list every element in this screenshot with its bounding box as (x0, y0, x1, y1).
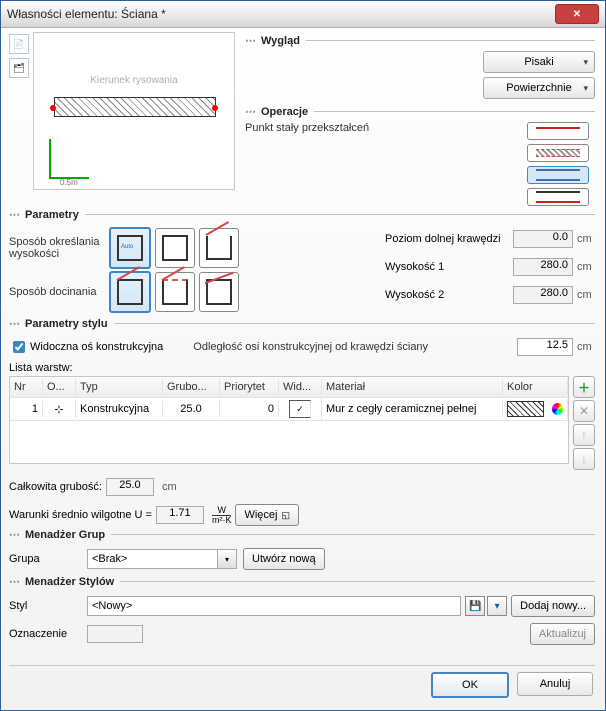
preview-panel: Kierunek rysowania 0.5m (33, 32, 235, 190)
close-button[interactable]: ✕ (555, 4, 599, 24)
height-mode-fixed[interactable] (155, 228, 195, 268)
transform-point-axis[interactable] (527, 144, 589, 162)
cut-mode-2[interactable] (155, 272, 195, 312)
operations-label: Punkt stały przekształceń (245, 122, 369, 202)
section-operations: ⋯Operacje (245, 105, 595, 118)
ok-button[interactable]: OK (431, 672, 509, 698)
section-appearance: ⋯Wygląd (245, 34, 595, 47)
scale-label: 0.5m (60, 178, 78, 187)
grip-icon[interactable]: ⊹ (43, 401, 76, 418)
move-up-button[interactable]: ↑ (573, 424, 595, 446)
u-value: 1.71 (156, 506, 204, 524)
create-group-button[interactable]: Utwórz nową (243, 548, 325, 570)
height1-label: Wysokość 1 (385, 261, 444, 273)
total-thickness-label: Całkowita grubość: (9, 481, 102, 493)
offset-field[interactable]: 12.5 (517, 338, 573, 356)
group-label: Grupa (9, 553, 87, 565)
tab-plan-icon[interactable]: 📄 (9, 34, 29, 54)
layers-list-label: Lista warstw: (9, 362, 595, 374)
window-title: Własności elementu: Ściana * (7, 7, 555, 21)
total-thickness-value: 25.0 (106, 478, 154, 496)
handle-left-icon (50, 105, 56, 111)
section-groups: ⋯Menadżer Grup (9, 528, 595, 541)
move-down-button[interactable]: ↓ (573, 448, 595, 470)
cut-mode-1[interactable] (109, 271, 151, 313)
bottom-level-label: Poziom dolnej krawędzi (385, 233, 501, 245)
color-picker-icon[interactable] (552, 403, 563, 415)
handle-right-icon (212, 105, 218, 111)
wall-preview-shape (54, 97, 216, 117)
col-priority[interactable]: Priorytet (220, 379, 279, 395)
col-o[interactable]: O... (43, 379, 76, 395)
style-label: Styl (9, 600, 87, 612)
style-select[interactable]: <Nowy> (87, 596, 461, 616)
transform-point-center[interactable] (527, 166, 589, 184)
height2-field[interactable]: 280.0 (513, 286, 573, 304)
chevron-down-icon[interactable]: ▾ (217, 550, 236, 568)
style-save-icon[interactable]: 💾 (465, 596, 485, 616)
transform-point-top[interactable] (527, 122, 589, 140)
height-method-label: Sposób określania wysokości (9, 236, 109, 260)
height1-field[interactable]: 280.0 (513, 258, 573, 276)
u-unit: Wm²·K (212, 506, 232, 525)
humidity-label: Warunki średnio wilgotne U = (9, 509, 152, 521)
section-parameters: ⋯Parametry (9, 208, 595, 221)
axis-visible-checkbox[interactable]: Widoczna oś konstrukcyjna (9, 338, 163, 356)
add-layer-button[interactable]: ＋ (573, 376, 595, 398)
section-style-params: ⋯Parametry stylu (9, 317, 595, 330)
pens-button[interactable]: Pisaki (483, 51, 595, 73)
direction-label: Kierunek rysowania (34, 75, 234, 86)
delete-layer-button[interactable]: ✕ (573, 400, 595, 422)
col-color[interactable]: Kolor (503, 379, 568, 395)
height2-label: Wysokość 2 (385, 289, 444, 301)
mark-label: Oznaczenie (9, 628, 87, 640)
bottom-level-field[interactable]: 0.0 (513, 230, 573, 248)
update-style-button[interactable]: Aktualizuj (530, 623, 595, 645)
cancel-button[interactable]: Anuluj (517, 672, 593, 696)
transform-point-bottom[interactable] (527, 188, 589, 206)
group-select[interactable]: <Brak>▾ (87, 549, 237, 569)
offset-label: Odległość osi konstrukcyjnej od krawędzi… (193, 341, 517, 353)
hatch-swatch-icon[interactable] (507, 401, 544, 417)
style-dropdown-icon[interactable]: ▾ (487, 596, 507, 616)
col-type[interactable]: Typ (76, 379, 163, 395)
row-visible-checkbox[interactable]: ✓ (289, 400, 311, 418)
more-button[interactable]: Więcej◱ (235, 504, 299, 526)
dialog-window: Własności elementu: Ściana * ✕ 📄 🗂 Kieru… (0, 0, 606, 711)
section-styles: ⋯Menadżer Stylów (9, 575, 595, 588)
table-row[interactable]: 1 ⊹ Konstrukcyjna 25.0 0 ✓ Mur z cegły c… (10, 398, 568, 421)
layers-table: Nr O... Typ Grubo... Priorytet Wid... Ma… (9, 376, 569, 464)
col-visible[interactable]: Wid... (279, 379, 322, 395)
height-mode-slant[interactable] (199, 228, 239, 268)
col-material[interactable]: Materiał (322, 379, 503, 395)
add-style-button[interactable]: Dodaj nowy... (511, 595, 595, 617)
titlebar: Własności elementu: Ściana * ✕ (1, 1, 605, 28)
surfaces-button[interactable]: Powierzchnie (483, 77, 595, 99)
mark-field[interactable] (87, 625, 143, 643)
axis-y-icon (49, 139, 51, 179)
height-mode-auto[interactable] (109, 227, 151, 269)
col-nr[interactable]: Nr (10, 379, 43, 395)
tab-3d-icon[interactable]: 🗂 (9, 58, 29, 78)
col-thick[interactable]: Grubo... (163, 379, 220, 395)
cut-mode-3[interactable] (199, 272, 239, 312)
cut-method-label: Sposób docinania (9, 286, 109, 298)
